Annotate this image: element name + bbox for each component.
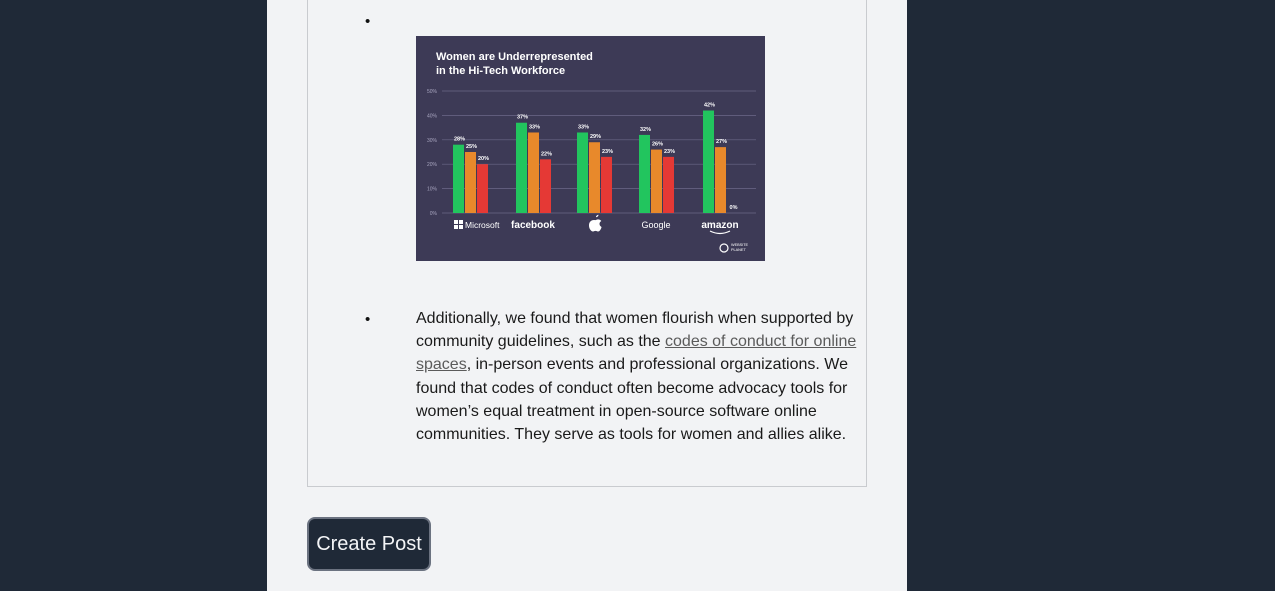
y-tick-label: 0%	[430, 211, 438, 217]
chart-bar	[540, 159, 551, 213]
chart-bar	[703, 110, 714, 213]
list-bullet: •	[365, 13, 371, 30]
chart-bar	[663, 156, 674, 213]
data-label: 32%	[640, 127, 651, 133]
amazon-smile-icon	[709, 230, 731, 235]
data-label: 37%	[517, 115, 528, 121]
y-tick-label: 50%	[427, 89, 438, 95]
chart-bar	[589, 142, 600, 213]
data-label: 25%	[466, 144, 477, 150]
chart-title: in the Hi-Tech Workforce	[436, 65, 565, 77]
data-label: 29%	[590, 134, 601, 140]
y-tick-label: 30%	[427, 138, 438, 144]
create-post-button[interactable]: Create Post	[307, 517, 431, 571]
data-label: 28%	[454, 137, 465, 143]
apple-logo-icon	[589, 214, 602, 232]
page-content: • Women are Underrepresented in the Hi-Te…	[267, 0, 907, 591]
data-label: 0%	[730, 205, 738, 211]
data-label: 20%	[478, 156, 489, 162]
chart-bar	[601, 156, 612, 213]
chart-bar	[477, 164, 488, 213]
website-planet-logo-icon	[719, 243, 729, 253]
data-label: 23%	[664, 149, 675, 155]
chart-bar	[465, 152, 476, 213]
paragraph-text-end: , in-person events and professional orga…	[416, 356, 848, 444]
post-body: • Women are Underrepresented in the Hi-Te…	[307, 0, 867, 487]
chart-bar	[639, 134, 650, 213]
windows-logo-icon	[454, 220, 463, 229]
chart-bar	[453, 144, 464, 213]
chart-bar	[528, 132, 539, 213]
x-tick-label: facebook	[511, 220, 555, 231]
chart-bar	[651, 149, 662, 213]
data-label: 22%	[541, 151, 552, 157]
chart-bar	[577, 132, 588, 213]
list-bullet: •	[365, 311, 371, 328]
post-paragraph: Additionally, we found that women flouri…	[416, 307, 876, 446]
bar-chart: Women are Underrepresented in the Hi-Tech…	[427, 51, 756, 253]
watermark-text: WEBSITE	[731, 243, 749, 247]
chart-bar	[516, 122, 527, 213]
x-tick-label: Google	[641, 220, 670, 230]
x-tick-label: Microsoft	[465, 220, 500, 230]
x-tick-label: amazon	[701, 220, 738, 231]
data-label: 26%	[652, 142, 663, 148]
chart-title: Women are Underrepresented	[436, 51, 593, 63]
y-tick-label: 40%	[427, 113, 438, 119]
data-label: 33%	[529, 124, 540, 130]
watermark-text: PLANET	[731, 248, 746, 252]
y-tick-label: 10%	[427, 187, 438, 193]
data-label: 33%	[578, 124, 589, 130]
data-label: 42%	[704, 103, 715, 109]
data-label: 27%	[716, 139, 727, 145]
chart-image: Women are Underrepresented in the Hi-Tech…	[416, 36, 765, 261]
y-tick-label: 20%	[427, 162, 438, 168]
chart-bar	[715, 147, 726, 213]
data-label: 23%	[602, 149, 613, 155]
